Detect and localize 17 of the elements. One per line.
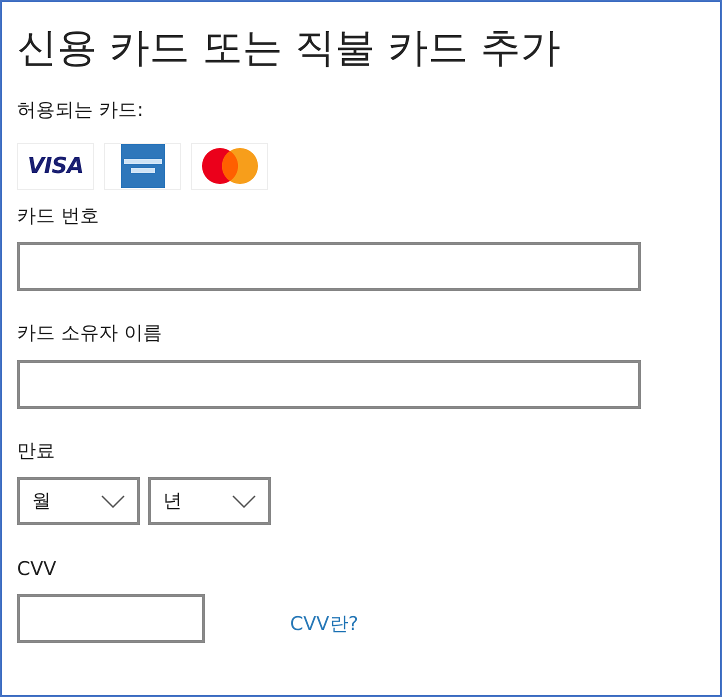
field-label: 만료 xyxy=(17,438,56,464)
year-dropdown[interactable]: 년 xyxy=(148,477,271,525)
chevron-down-icon xyxy=(101,494,125,508)
card-number-field[interactable] xyxy=(17,242,641,291)
field-label: CVV xyxy=(17,557,58,582)
page-title: 신용 카드 또는 직불 카드 추가 xyxy=(17,28,562,68)
mastercard-logo xyxy=(200,147,260,185)
chevron-down-icon xyxy=(232,494,256,508)
month-dropdown[interactable]: 월 xyxy=(17,477,140,525)
field-label: 카드 번호 xyxy=(17,204,100,228)
visa-logo: VISA xyxy=(28,152,84,180)
cardholder-name-field[interactable] xyxy=(17,360,641,408)
field-label: 카드 소유자 이름 xyxy=(17,321,164,346)
cvv-field[interactable] xyxy=(17,594,205,642)
accepted-cards-label: 허용되는 카드: xyxy=(17,98,144,123)
amex-logo xyxy=(120,144,164,188)
cvv-help-link[interactable]: CVV란? xyxy=(290,610,358,638)
